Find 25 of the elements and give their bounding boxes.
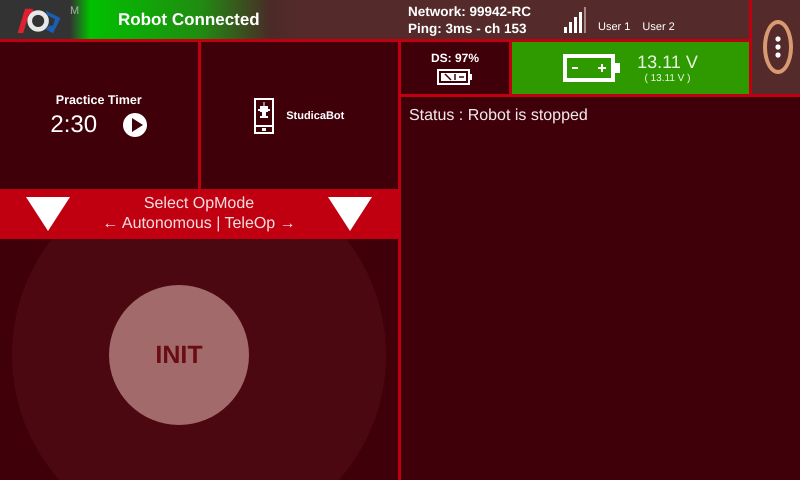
play-button[interactable] <box>123 112 148 136</box>
signal-icon <box>564 6 586 32</box>
status-message: Status : Robot is stopped <box>409 107 589 125</box>
battery-reading: ( 13.11 V ) <box>644 73 690 84</box>
battery-icon <box>563 54 622 82</box>
teleop-dropdown-button[interactable] <box>328 197 372 231</box>
menu-button[interactable] <box>762 20 792 74</box>
play-icon <box>130 118 143 132</box>
timer-title: Practice Timer <box>56 92 142 106</box>
timer-value: 2:30 <box>50 110 98 138</box>
network-name: Network: 99942-RC <box>408 4 532 18</box>
battery-voltage: 13.11 V <box>637 52 698 73</box>
phone-robot-icon <box>254 98 274 134</box>
autonomous-dropdown-button[interactable] <box>26 197 70 231</box>
user-label[interactable]: User 1 <box>598 20 630 32</box>
opmode-options: ← Autonomous | TeleOp → <box>102 215 296 233</box>
connection-status: Robot Connected <box>118 10 261 30</box>
user-label[interactable]: User 2 <box>642 20 675 32</box>
opmode-title: Select OpMode <box>144 195 254 213</box>
robot-name: StudicaBot <box>286 110 344 122</box>
ds-battery-label: DS: 97% <box>430 51 480 65</box>
ping-info: Ping: 3ms - ch 153 <box>408 20 528 36</box>
mode-letter: M <box>70 5 80 17</box>
battery-icon <box>437 69 473 85</box>
menu-icon <box>774 36 780 58</box>
